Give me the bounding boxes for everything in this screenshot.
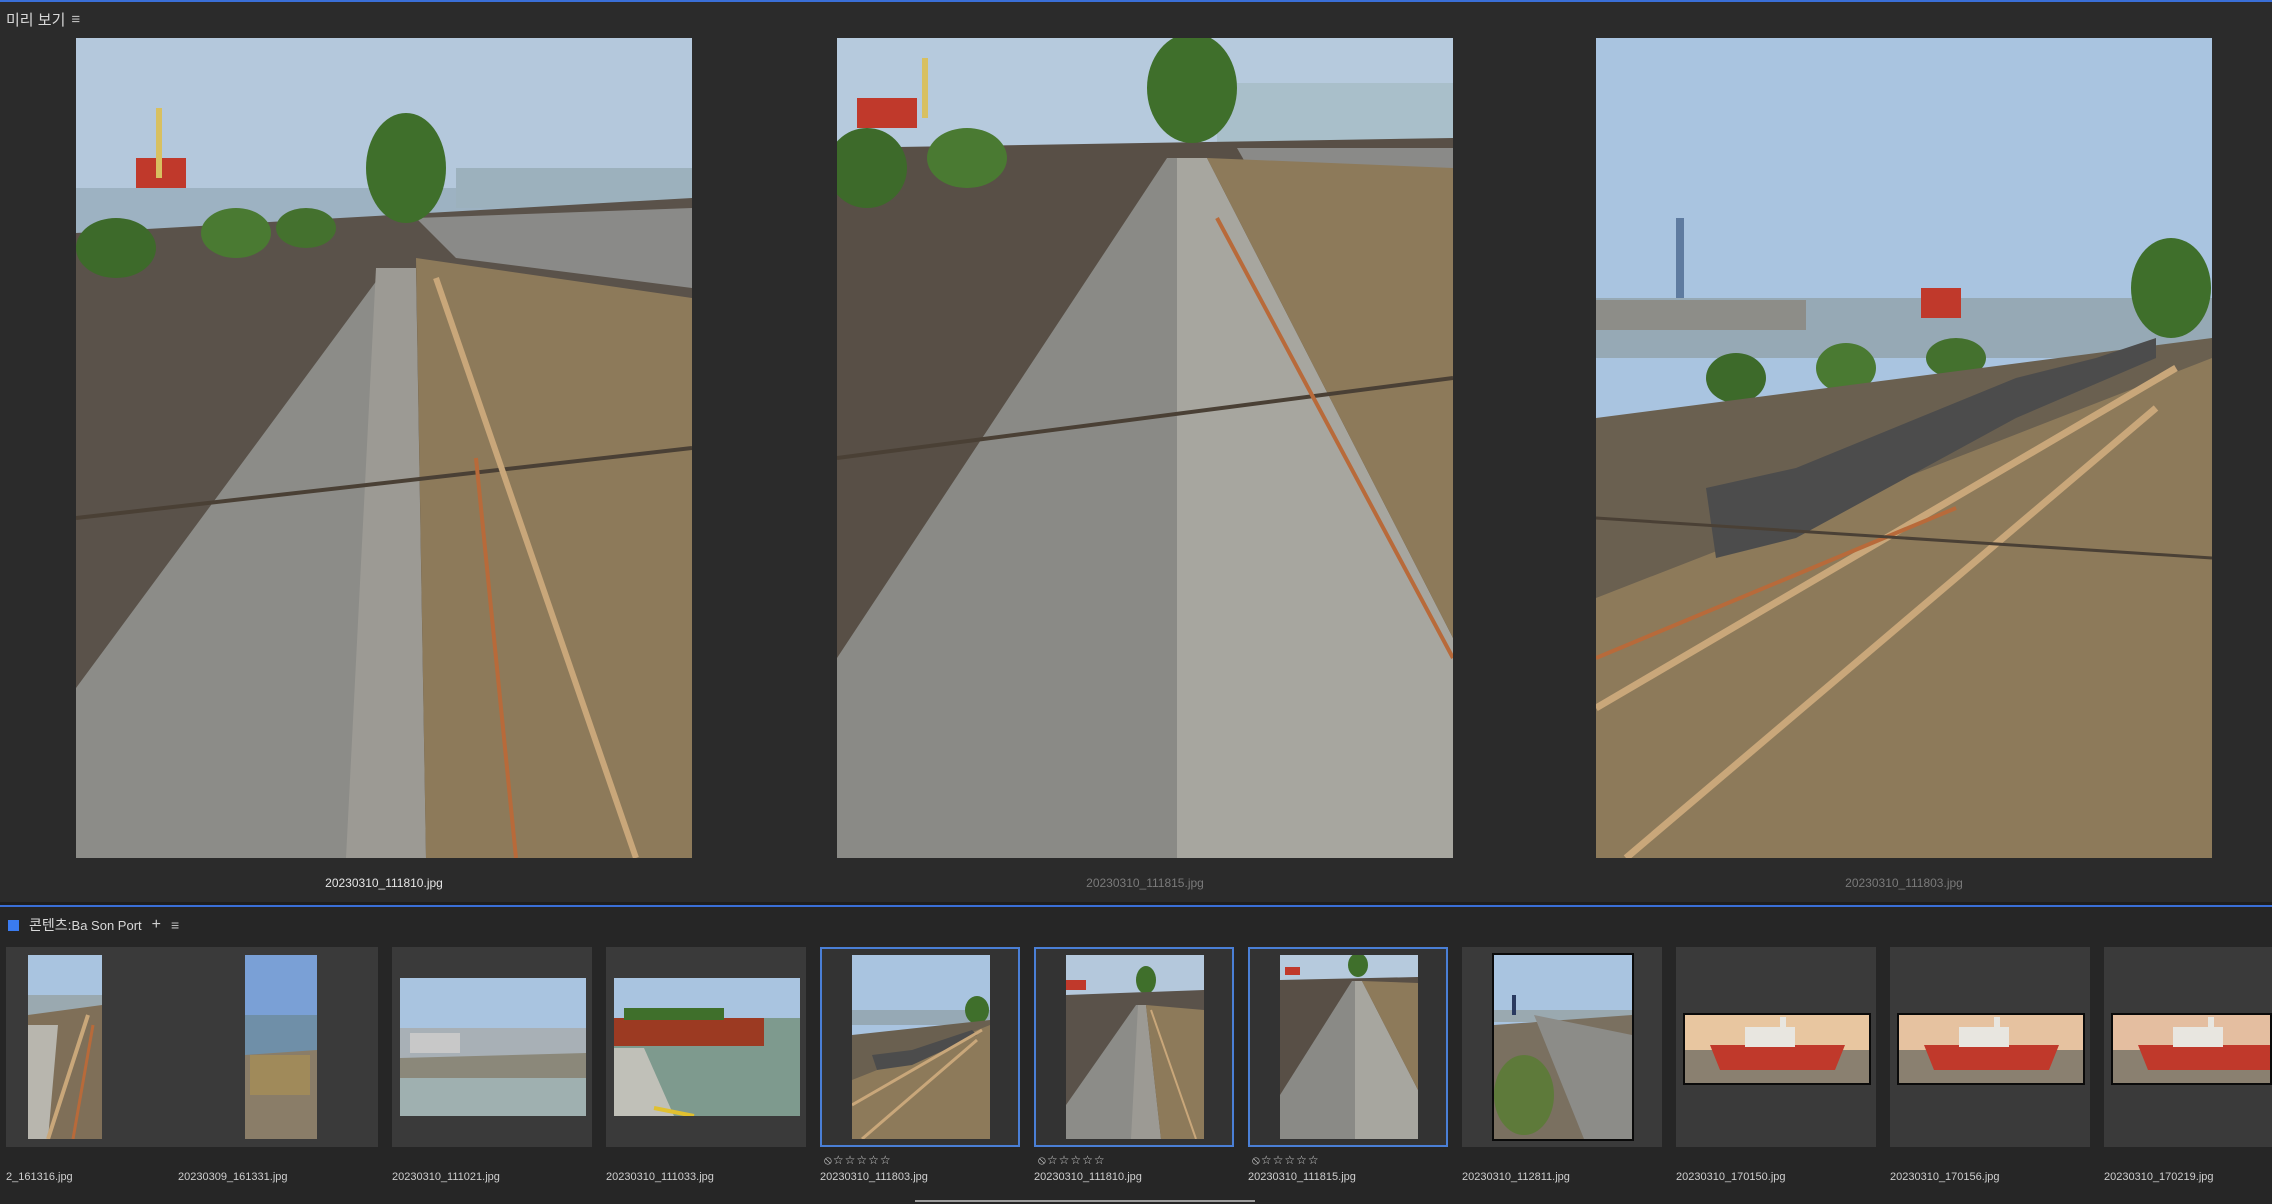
folder-name[interactable]: Ba Son Port — [72, 918, 142, 933]
preview-photo[interactable] — [837, 38, 1453, 858]
thumbnail-caption: 20230310_111021.jpg — [392, 1171, 500, 1183]
scrollbar[interactable] — [915, 1200, 1255, 1202]
preview-panel-header[interactable]: 미리 보기 ≡ — [6, 6, 80, 32]
panel-color-icon — [8, 919, 19, 931]
add-icon[interactable]: + — [152, 916, 161, 934]
panel-menu-icon[interactable]: ≡ — [71, 11, 80, 28]
thumbnail-image[interactable] — [1897, 1013, 2085, 1085]
star-rating[interactable]: ⦸☆☆☆☆☆ — [1036, 1153, 1236, 1168]
thumbnail[interactable] — [1462, 947, 1662, 1147]
thumbnail-image[interactable] — [1683, 1013, 1871, 1085]
preview-photo[interactable] — [76, 38, 692, 858]
thumbnail[interactable]: ⦸☆☆☆☆☆ — [820, 947, 1020, 1167]
preview-caption: 20230310_111815.jpg — [1086, 876, 1204, 890]
thumbnail-image[interactable] — [400, 978, 586, 1116]
preview-panel: 미리 보기 ≡ 20230310_111810.jpg 20230310_111… — [0, 0, 2272, 902]
thumbnail-caption: 20230310_111803.jpg — [820, 1171, 928, 1183]
content-panel: 콘텐츠:Ba Son Port + ≡ 2_161316.jpg 2023030… — [0, 905, 2272, 1204]
panel-menu-icon[interactable]: ≡ — [171, 917, 179, 933]
thumbnail[interactable] — [1890, 947, 2090, 1147]
content-panel-title: 콘텐츠: — [29, 917, 72, 933]
thumbnail-image[interactable] — [852, 955, 990, 1139]
thumbnail[interactable] — [2104, 947, 2272, 1147]
thumbnail-caption: 20230309_161331.jpg — [178, 1171, 288, 1183]
content-panel-header: 콘텐츠:Ba Son Port + ≡ — [8, 913, 179, 937]
thumbnail-caption: 20230310_170156.jpg — [1890, 1171, 2000, 1183]
thumbnail[interactable]: ⦸☆☆☆☆☆ — [1034, 947, 1234, 1167]
thumbnail-image[interactable] — [614, 978, 800, 1116]
thumbnail-image[interactable] — [2111, 1013, 2272, 1085]
thumbnail-image[interactable] — [28, 955, 102, 1139]
thumbnail-caption: 20230310_111810.jpg — [1034, 1171, 1142, 1183]
preview-item[interactable]: 20230310_111810.jpg — [76, 38, 692, 890]
preview-caption: 20230310_111810.jpg — [325, 876, 443, 890]
thumbnail[interactable] — [606, 947, 806, 1147]
preview-item[interactable]: 20230310_111803.jpg — [1596, 38, 2212, 890]
preview-item[interactable]: 20230310_111815.jpg — [837, 38, 1453, 890]
thumbnail-image[interactable] — [1066, 955, 1204, 1139]
thumbnail-caption: 20230310_170219.jpg — [2104, 1171, 2214, 1183]
thumbnail[interactable] — [6, 947, 206, 1147]
star-rating[interactable]: ⦸☆☆☆☆☆ — [1250, 1153, 1450, 1168]
thumbnail-caption: 20230310_111033.jpg — [606, 1171, 714, 1183]
thumbnail-image[interactable] — [1280, 955, 1418, 1139]
thumbnail[interactable] — [1676, 947, 1876, 1147]
preview-photo[interactable] — [1596, 38, 2212, 858]
thumbnail-caption: 20230310_170150.jpg — [1676, 1171, 1786, 1183]
thumbnail-caption: 20230310_111815.jpg — [1248, 1171, 1356, 1183]
thumbnail-caption: 20230310_112811.jpg — [1462, 1171, 1570, 1183]
thumbnail-image[interactable] — [245, 955, 317, 1139]
preview-panel-title: 미리 보기 — [6, 11, 66, 29]
thumbnail-caption: 2_161316.jpg — [6, 1171, 73, 1183]
star-rating[interactable]: ⦸☆☆☆☆☆ — [822, 1153, 1022, 1168]
thumbnail[interactable]: ⦸☆☆☆☆☆ — [1248, 947, 1448, 1167]
thumbnail[interactable] — [178, 947, 378, 1147]
thumbnail[interactable] — [392, 947, 592, 1147]
preview-caption: 20230310_111803.jpg — [1845, 876, 1963, 890]
thumbnail-image[interactable] — [1492, 953, 1634, 1141]
